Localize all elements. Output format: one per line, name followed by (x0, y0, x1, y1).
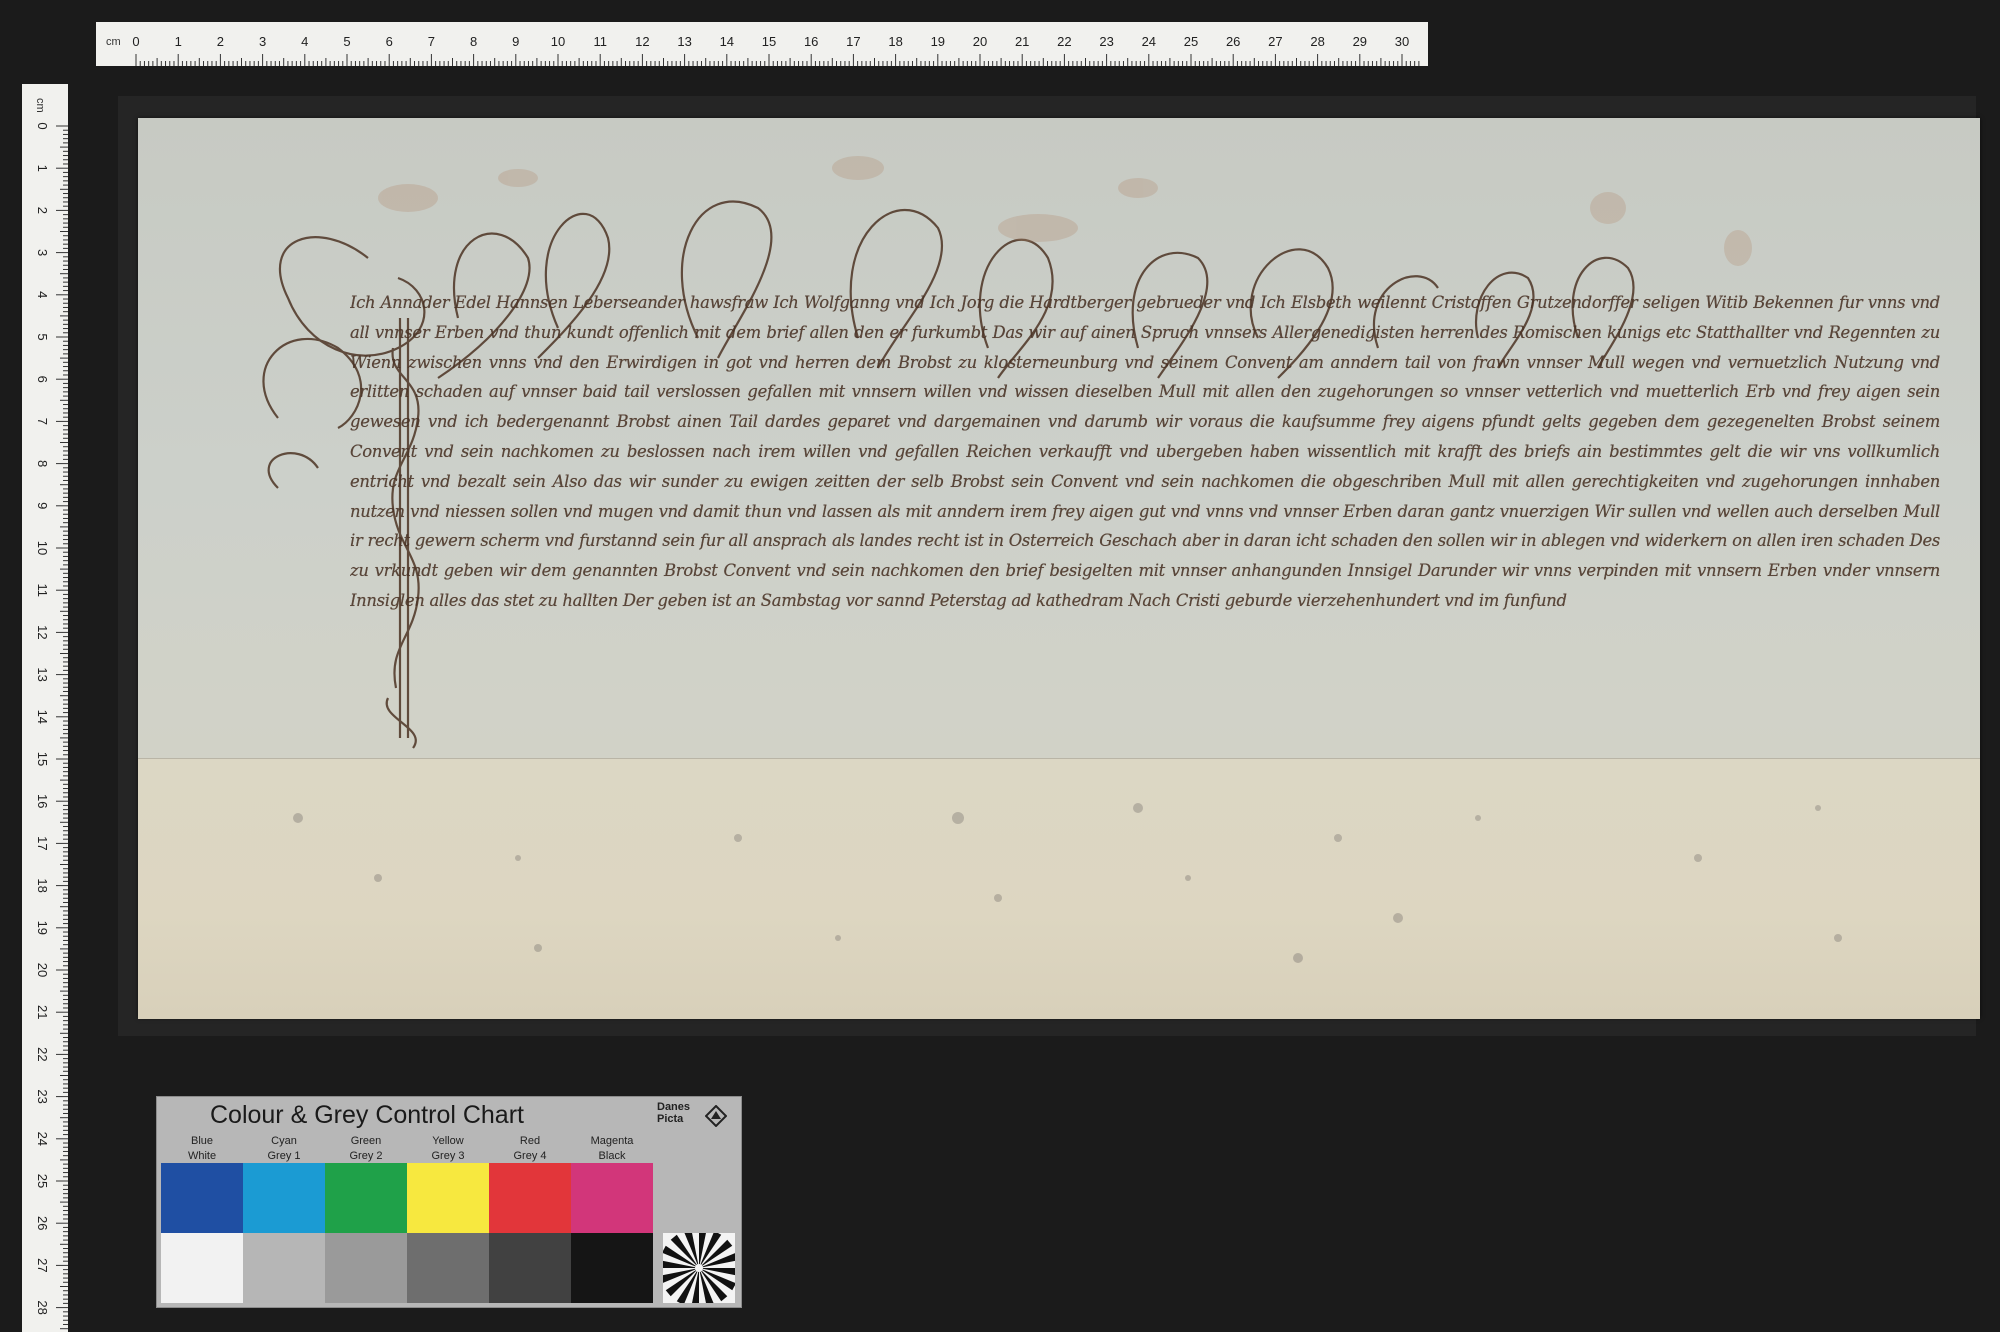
ruler-label: 6 (386, 34, 393, 49)
grey-patch (325, 1233, 407, 1303)
ruler-label: 8 (35, 460, 50, 467)
ruler-label: 16 (35, 794, 50, 808)
ruler-label: 8 (470, 34, 477, 49)
parchment-charter: Ich Annader Edel Hannsen Leberseander ha… (138, 118, 1980, 1019)
charter-script-text: Ich Annader Edel Hannsen Leberseander ha… (350, 293, 1940, 610)
ruler-label: 4 (35, 291, 50, 298)
colour-patch (325, 1163, 407, 1233)
ruler-label: 13 (677, 34, 691, 49)
colour-patch (161, 1163, 243, 1233)
colour-patch (489, 1163, 571, 1233)
ruler-label: 24 (1142, 34, 1156, 49)
ruler-label: 1 (175, 34, 182, 49)
ruler-label: 14 (720, 34, 734, 49)
ruler-label: 20 (973, 34, 987, 49)
ruler-label: 0 (35, 122, 50, 129)
ruler-label: 26 (35, 1216, 50, 1230)
colour-patch (571, 1163, 653, 1233)
vertical-ruler: cm 0 1 2 3 4 5 6 7 8 9 10 11 12 13 14 15 16 17 18 19 20 21 22 2… (22, 84, 68, 1332)
ruler-label: 9 (35, 502, 50, 509)
ruler-label: 2 (35, 207, 50, 214)
grey-patch (161, 1233, 243, 1303)
ruler-label: 7 (428, 34, 435, 49)
ruler-label: 0 (132, 34, 139, 49)
patch-label-bottom: Grey 3 (431, 1150, 465, 1162)
ruler-label: 11 (35, 583, 50, 597)
brand-name: Danes Picta (657, 1101, 691, 1125)
ruler-label: 14 (35, 710, 50, 724)
grey-patch (407, 1233, 489, 1303)
ruler-label: 5 (35, 333, 50, 340)
ruler-label: 19 (931, 34, 945, 49)
ruler-label: 7 (35, 418, 50, 425)
chart-title: Colour & Grey Control Chart (209, 1101, 524, 1129)
patch-label-top: Magenta (590, 1135, 634, 1147)
ruler-label: 17 (846, 34, 860, 49)
patch-label-bottom: White (187, 1150, 217, 1162)
ruler-label: 23 (1099, 34, 1113, 49)
ruler-label: 27 (1268, 34, 1282, 49)
ruler-label: 30 (1395, 34, 1409, 49)
patch-label-bottom: Grey 4 (513, 1150, 547, 1162)
ruler-label: 22 (1057, 34, 1071, 49)
ruler-label: 17 (35, 836, 50, 850)
ruler-label: 24 (35, 1132, 50, 1146)
ruler-label: 10 (551, 34, 565, 49)
ruler-label: 26 (1226, 34, 1240, 49)
ruler-label: 27 (35, 1258, 50, 1272)
patch-label-top: Yellow (432, 1135, 464, 1147)
ruler-label: 18 (35, 878, 50, 892)
grey-patch (571, 1233, 653, 1303)
ruler-label: 12 (635, 34, 649, 49)
patch-label-top: Green (350, 1135, 382, 1147)
ruler-label: 23 (35, 1089, 50, 1103)
ruler-label: 18 (888, 34, 902, 49)
brand-mark-icon (705, 1105, 727, 1127)
ruler-label: 6 (35, 376, 50, 383)
ruler-label: 28 (35, 1300, 50, 1314)
horizontal-ruler: cm 0 1 2 3 4 5 6 7 8 9 10 11 12 13 14 15 16 17 18 19 20 21 22 2… (96, 22, 1428, 66)
ruler-ticks: 0123456789101112131415161718192021222324… (132, 34, 1420, 66)
ruler-label: 11 (593, 34, 607, 49)
ruler-label: 1 (35, 165, 50, 172)
patch-label-top: Red (519, 1135, 541, 1147)
ruler-label: 2 (217, 34, 224, 49)
ruler-label: 22 (35, 1047, 50, 1061)
ruler-label: 13 (35, 667, 50, 681)
ruler-label: 21 (1015, 34, 1029, 49)
resolution-target-icon (663, 1233, 735, 1303)
ruler-label: 28 (1310, 34, 1324, 49)
ruler-label: 19 (35, 921, 50, 935)
patch-label-bottom: Grey 2 (349, 1150, 383, 1162)
ruler-label: 16 (804, 34, 818, 49)
ruler-label: 20 (35, 963, 50, 977)
patch-label-top: Cyan (271, 1135, 297, 1147)
ruler-label: 5 (343, 34, 350, 49)
ruler-label: 9 (512, 34, 519, 49)
ruler-label: 29 (1353, 34, 1367, 49)
ruler-label: 15 (35, 752, 50, 766)
ruler-label: 10 (35, 541, 50, 555)
colour-control-chart: Colour & Grey Control Chart Danes Picta … (156, 1096, 742, 1308)
ruler-label: 25 (35, 1174, 50, 1188)
ruler-label: 3 (35, 249, 50, 256)
brand-logo: Danes Picta (657, 1101, 737, 1133)
ruler-ticks: 0123456789101112131415161718192021222324… (35, 122, 68, 1330)
grey-patch (489, 1233, 571, 1303)
ruler-label: 12 (35, 625, 50, 639)
grey-patch (243, 1233, 325, 1303)
colour-patch (243, 1163, 325, 1233)
ruler-label: 15 (762, 34, 776, 49)
ruler-label: 25 (1184, 34, 1198, 49)
patch-label-bottom: Black (598, 1150, 626, 1162)
ruler-label: 4 (301, 34, 308, 49)
ruler-label: 3 (259, 34, 266, 49)
patch-label-top: Blue (190, 1135, 214, 1147)
colour-patch (407, 1163, 489, 1233)
ruler-label: 21 (35, 1005, 50, 1019)
patch-label-bottom: Grey 1 (267, 1150, 301, 1162)
